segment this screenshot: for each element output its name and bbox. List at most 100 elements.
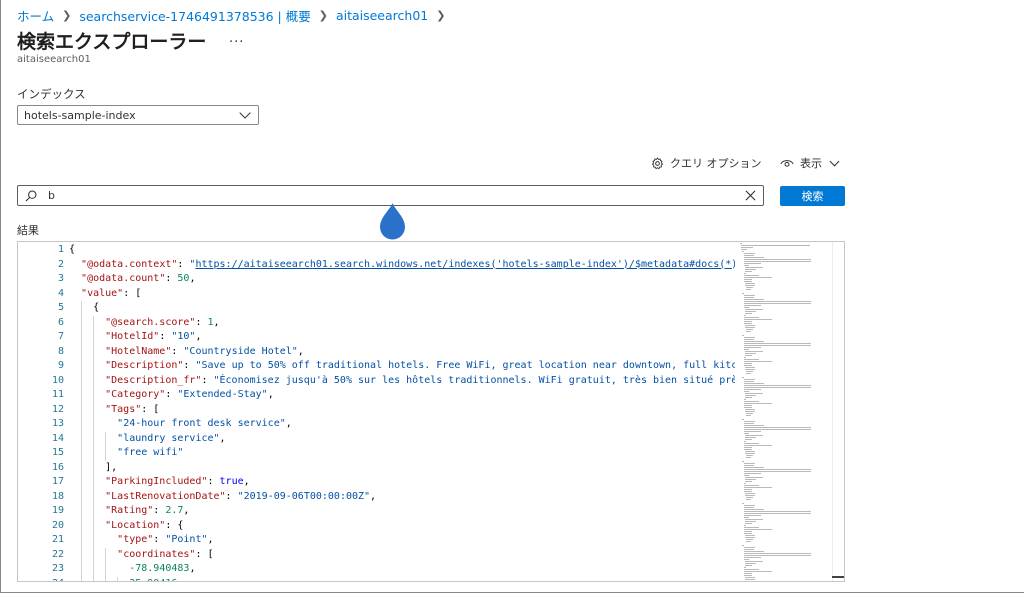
code-token: : [ [123, 287, 142, 299]
minimap-line [743, 341, 765, 342]
minimap-line [744, 411, 755, 412]
line-number: 17 [51, 476, 64, 487]
chevron-down-icon [239, 107, 251, 119]
breadcrumb: ホーム ❯ searchservice-1746491378536 | 概要 ❯… [17, 6, 453, 24]
minimap-line [746, 499, 752, 500]
minimap-line [743, 361, 772, 362]
minimap-line [743, 265, 750, 266]
minimap-line [740, 243, 742, 244]
minimap-line [743, 505, 756, 506]
minimap-line [744, 283, 755, 284]
minimap-line [744, 369, 755, 370]
query-options-button[interactable]: クエリ オプション [651, 154, 762, 172]
code-line: "Description": "Save up to 50% off tradi… [69, 359, 735, 374]
code-token: , [189, 273, 196, 284]
code-token: : [225, 490, 238, 502]
code-line: { [69, 301, 99, 316]
indent-guide [81, 301, 83, 581]
minimap-line [744, 353, 757, 354]
code-token: "laundry service" [117, 432, 220, 444]
page-title: 検索エクスプローラー [17, 31, 207, 53]
code-token: , [189, 563, 196, 574]
minimap-line [743, 463, 756, 464]
line-number: 13 [51, 418, 64, 429]
code-token: : [201, 374, 214, 386]
minimap-line [743, 429, 812, 430]
minimap-line [744, 493, 755, 494]
more-options-button[interactable]: ... [229, 31, 244, 46]
minimap-line [742, 545, 745, 546]
minimap-line [742, 461, 745, 462]
minimap-line [743, 441, 746, 442]
minimap-line [743, 475, 750, 476]
minimap-line [743, 303, 812, 304]
code-token: "Rating" [105, 505, 154, 516]
code-token: "LastRenovationDate" [105, 490, 226, 502]
close-icon[interactable] [745, 190, 756, 201]
minimap-line [744, 313, 752, 314]
line-number: 8 [57, 345, 64, 357]
minimap-line [744, 355, 752, 356]
minimap-line [744, 565, 752, 566]
editor-minimap[interactable] [737, 242, 833, 581]
minimap-line [744, 409, 755, 410]
minimap-line [743, 531, 753, 532]
indent-guide [105, 547, 107, 581]
minimap-line [744, 481, 752, 482]
minimap-line [744, 563, 757, 564]
line-number: 2 [57, 258, 64, 270]
view-dropdown-button[interactable]: 表示 [780, 154, 840, 172]
minimap-line [743, 407, 752, 408]
minimap-line [744, 577, 755, 578]
minimap-line [741, 245, 811, 246]
line-number: 21 [51, 534, 64, 545]
code-line: "Tags": [ [69, 403, 159, 418]
gear-icon [652, 157, 663, 169]
code-line: { [69, 243, 75, 258]
code-token: , [243, 476, 250, 487]
index-label: インデックス [17, 87, 86, 101]
results-json-editor[interactable]: 123456789101112131415161718192021222324 … [17, 241, 845, 582]
breadcrumb-index-link[interactable]: aitaiseearch01 [336, 8, 428, 23]
search-input[interactable] [48, 189, 708, 202]
json-code-area[interactable]: { "@odata.context": "https://aitaiseearc… [69, 242, 735, 581]
minimap-line [743, 467, 765, 468]
minimap-line [743, 257, 765, 258]
index-dropdown[interactable]: hotels-sample-index [17, 105, 259, 125]
minimap-line [743, 305, 762, 306]
line-number-gutter: 123456789101112131415161718192021222324 [18, 242, 64, 581]
minimap-line [743, 301, 812, 302]
code-line: "Rating": 2.7, [69, 504, 189, 519]
minimap-line [746, 413, 753, 414]
minimap-line [744, 523, 752, 524]
minimap-line [744, 327, 755, 328]
minimap-line [743, 383, 765, 384]
code-token: , [183, 505, 190, 516]
scrollbar-thumb[interactable] [832, 576, 844, 578]
minimap-line [744, 395, 757, 396]
code-line: "@odata.context": "https://aitaiseearch0… [69, 258, 735, 273]
code-line: "free wifi" [69, 446, 183, 461]
minimap-line [744, 397, 752, 398]
minimap-line [743, 399, 746, 400]
query-options-label: クエリ オプション [670, 157, 762, 170]
breadcrumb-home-link[interactable]: ホーム [17, 6, 54, 25]
code-token: "HotelName" [105, 345, 172, 357]
minimap-line [741, 247, 753, 248]
minimap-line [743, 363, 753, 364]
code-line: "@odata.count": 50, [69, 272, 195, 287]
minimap-line [743, 447, 753, 448]
minimap-line [743, 573, 753, 574]
breadcrumb-service-link[interactable]: searchservice-1746491378536 | 概要 [79, 6, 310, 25]
line-number: 23 [51, 563, 64, 574]
code-token: "free wifi" [117, 447, 184, 458]
editor-scrollbar[interactable] [832, 242, 844, 581]
minimap-line [743, 421, 756, 422]
minimap-line [743, 559, 750, 560]
search-button[interactable]: 検索 [780, 186, 845, 206]
